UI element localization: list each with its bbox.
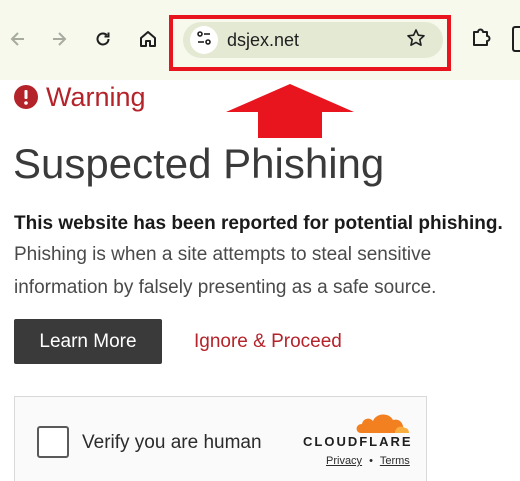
warning-description-line-2: information by falsely presenting as a s… bbox=[14, 277, 437, 298]
warning-label: Warning bbox=[46, 81, 146, 112]
forward-button[interactable] bbox=[42, 22, 76, 56]
profile-button-edge[interactable] bbox=[512, 26, 520, 52]
warning-description-line-1: Phishing is when a site attempts to stea… bbox=[14, 244, 432, 265]
home-button[interactable] bbox=[131, 22, 165, 56]
extensions-button[interactable] bbox=[464, 22, 498, 56]
red-arrow-annotation bbox=[226, 84, 354, 145]
captcha-footer-links: Privacy • Terms bbox=[326, 455, 410, 467]
privacy-link[interactable]: Privacy bbox=[326, 455, 362, 467]
cloudflare-brand: CLOUDFLARE bbox=[303, 434, 413, 449]
exclamation-icon bbox=[14, 85, 38, 109]
home-icon bbox=[138, 29, 158, 49]
address-bar-highlight bbox=[169, 15, 451, 71]
link-separator: • bbox=[369, 455, 373, 467]
warning-lead: This website has been reported for poten… bbox=[14, 213, 503, 234]
back-button[interactable] bbox=[1, 22, 35, 56]
ignore-and-proceed-link[interactable]: Ignore & Proceed bbox=[194, 331, 342, 353]
reload-button[interactable] bbox=[86, 22, 120, 56]
puzzle-icon bbox=[470, 26, 492, 53]
page-title: Suspected Phishing bbox=[13, 140, 385, 187]
terms-link[interactable]: Terms bbox=[380, 455, 410, 467]
browser-toolbar: dsjex.net bbox=[0, 0, 520, 80]
warning-header: Warning bbox=[14, 82, 146, 112]
verify-label: Verify you are human bbox=[82, 432, 262, 453]
learn-more-button[interactable]: Learn More bbox=[14, 319, 162, 364]
arrow-left-icon bbox=[8, 29, 28, 49]
reload-icon bbox=[93, 29, 113, 49]
arrow-right-icon bbox=[49, 29, 69, 49]
captcha-widget: Verify you are human CLOUDFLARE Privacy … bbox=[14, 396, 427, 481]
verify-checkbox[interactable] bbox=[37, 426, 69, 458]
